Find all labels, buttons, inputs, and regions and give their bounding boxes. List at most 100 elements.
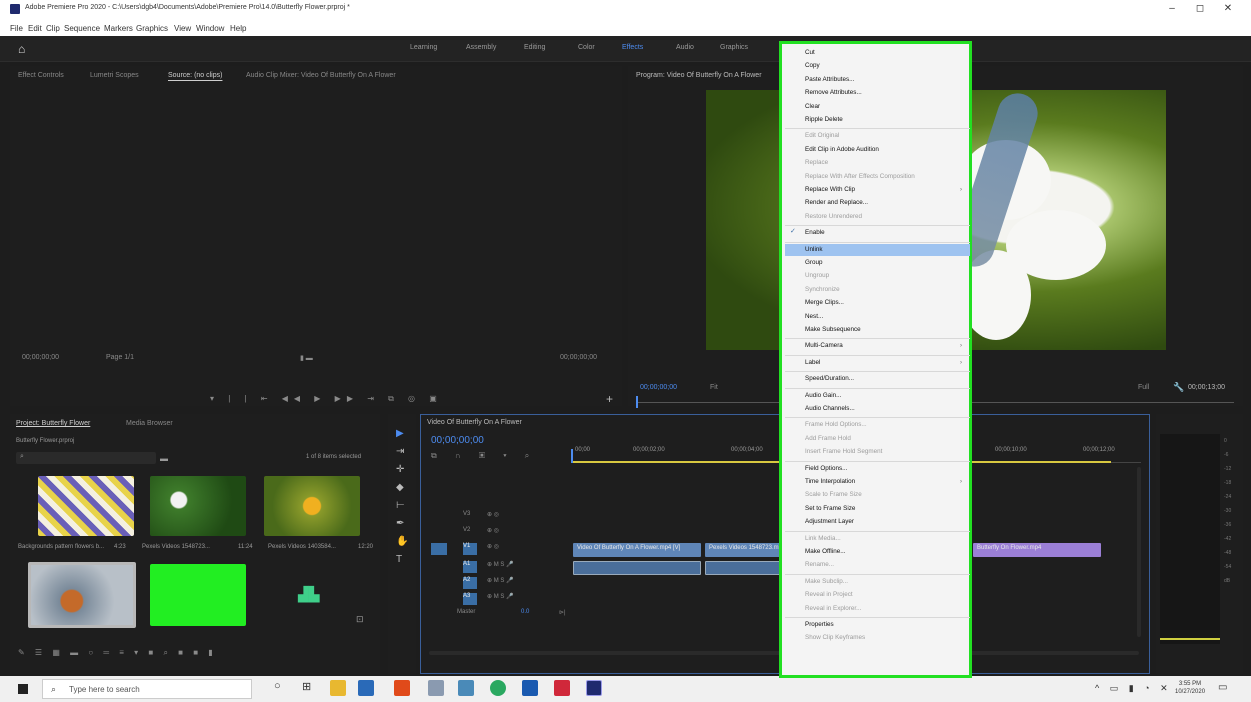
context-menu-item[interactable]: Multi-Camera › — [802, 340, 968, 352]
menu-file[interactable]: File — [10, 24, 23, 33]
slip-tool-icon[interactable]: ⊢ — [396, 500, 405, 511]
timeline-toolbar[interactable]: ⧉ ∩ ▣ ▾ ⌕ — [431, 451, 537, 461]
project-item-thumbnail[interactable] — [150, 476, 246, 536]
timeline-timecode[interactable]: 00;00;00;00 — [431, 435, 484, 446]
windows-start-icon[interactable] — [18, 684, 28, 694]
context-menu-item[interactable]: Properties — [802, 619, 968, 631]
close-button[interactable]: ✕ — [1218, 3, 1238, 14]
context-menu-item[interactable]: Replace With Clip › — [802, 184, 968, 196]
menu-view[interactable]: View — [174, 24, 191, 33]
office-icon[interactable] — [394, 680, 410, 696]
media-browser-tab[interactable]: Media Browser — [126, 420, 173, 427]
timeline-vertical-scrollbar[interactable] — [1137, 467, 1141, 637]
context-menu-item[interactable]: Remove Attributes... — [802, 87, 968, 99]
project-item-thumbnail[interactable]: ▟▙ — [264, 564, 360, 626]
project-item-thumbnail[interactable] — [264, 476, 360, 536]
program-timecode[interactable]: 00;00;00;00 — [640, 384, 677, 391]
system-tray-icons[interactable]: ^ ▭ ▮ ◔ ✕ — [1095, 683, 1172, 694]
track-header-a2[interactable]: A2 ⊕ M S 🎤 — [431, 577, 571, 591]
project-item-thumbnail[interactable] — [150, 564, 246, 626]
ripple-edit-tool-icon[interactable]: ✛ — [396, 464, 404, 475]
type-tool-icon[interactable]: T — [396, 554, 402, 565]
project-item-thumbnail[interactable] — [38, 476, 134, 536]
track-header-a3[interactable]: A3 ⊕ M S 🎤 — [431, 593, 571, 607]
menu-clip[interactable]: Clip — [46, 24, 60, 33]
context-menu-item[interactable]: Edit Clip in Adobe Audition — [802, 144, 968, 156]
context-menu-item[interactable]: Paste Attributes... — [802, 74, 968, 86]
task-view-icon[interactable]: ⊞ — [302, 680, 318, 696]
context-menu-item[interactable]: Field Options... — [802, 463, 968, 475]
context-menu-item[interactable]: Speed/Duration... — [802, 373, 968, 385]
program-fit-select[interactable]: Fit — [710, 384, 718, 391]
source-marker-icon[interactable]: ▮ ▬ — [300, 354, 313, 362]
source-fit-select[interactable]: Page 1/1 — [106, 354, 134, 361]
source-add-button-icon[interactable]: + — [606, 392, 613, 406]
taskbar-clock[interactable]: 3:55 PM 10/27/2020 — [1175, 680, 1205, 696]
context-menu-item[interactable]: Adjustment Layer — [802, 516, 968, 528]
store-icon[interactable] — [358, 680, 374, 696]
tab-audio-clip-mixer[interactable]: Audio Clip Mixer: Video Of Butterfly On … — [246, 72, 396, 79]
file-explorer-icon[interactable] — [330, 680, 346, 696]
workspace-effects[interactable]: Effects — [622, 44, 643, 51]
workspace-assembly[interactable]: Assembly — [466, 44, 496, 51]
timeline-clip-a1[interactable] — [573, 561, 701, 575]
track-select-tool-icon[interactable]: ⇥ — [396, 446, 404, 457]
bin-expand-icon[interactable]: ⊡ — [356, 614, 364, 625]
context-menu-item[interactable]: Enable — [802, 227, 968, 239]
selection-tool-icon[interactable]: ▶ — [396, 428, 404, 439]
program-monitor-title[interactable]: Program: Video Of Butterfly On A Flower — [636, 72, 762, 79]
timeline-playhead[interactable] — [571, 449, 573, 463]
track-header-v1[interactable]: V1 ⊕ ◎ — [431, 543, 571, 557]
context-menu-item[interactable]: Merge Clips... — [802, 297, 968, 309]
razor-tool-icon[interactable]: ◆ — [396, 482, 404, 493]
track-header-master[interactable]: Master 0.0 ⊳| — [431, 609, 571, 623]
context-menu-item[interactable]: Set to Frame Size — [802, 503, 968, 515]
context-menu-item[interactable]: Clear — [802, 101, 968, 113]
maximize-button[interactable]: ◻ — [1190, 3, 1210, 14]
menu-edit[interactable]: Edit — [28, 24, 42, 33]
source-transport-controls[interactable]: ▾ | | ⇤ ◀◀ ▶ ▶▶ ⇥ ⧉ ◎ ▣ — [210, 394, 443, 404]
project-item-thumbnail-selected[interactable] — [28, 562, 136, 628]
context-menu-item[interactable]: Make Subsequence — [802, 324, 968, 336]
notifications-icon[interactable]: ▭ — [1218, 682, 1227, 693]
workspace-editing[interactable]: Editing — [524, 44, 545, 51]
chrome-icon[interactable] — [490, 680, 506, 696]
tab-effect-controls[interactable]: Effect Controls — [18, 72, 64, 79]
app-icon[interactable] — [554, 680, 570, 696]
hand-tool-icon[interactable]: ✋ — [396, 536, 408, 547]
workspace-color[interactable]: Color — [578, 44, 595, 51]
context-menu-item[interactable]: Time Interpolation › — [802, 476, 968, 488]
track-header-v2[interactable]: V2 ⊕ ◎ — [431, 527, 571, 541]
cortana-icon[interactable]: ○ — [274, 680, 290, 696]
home-icon[interactable]: ⌂ — [18, 42, 25, 56]
context-menu-item[interactable]: Audio Channels... — [802, 403, 968, 415]
menu-markers[interactable]: Markers — [104, 24, 133, 33]
menu-sequence[interactable]: Sequence — [64, 24, 100, 33]
minimize-button[interactable]: – — [1162, 3, 1182, 14]
premiere-taskbar-icon[interactable] — [586, 680, 602, 696]
workspace-learning[interactable]: Learning — [410, 44, 437, 51]
timeline-clip-a1[interactable] — [705, 561, 785, 575]
timeline-clip-v1[interactable]: Pexels Videos 1548723.mp4 — [705, 543, 785, 557]
timeline-clip-v1[interactable]: Butterfly On Flower.mp4 — [973, 543, 1101, 557]
context-menu-item[interactable]: Render and Replace... — [802, 197, 968, 209]
program-zoom-select[interactable]: Full — [1138, 384, 1149, 391]
wrench-icon[interactable]: 🔧 — [1173, 382, 1184, 393]
context-menu-item[interactable]: Cut — [802, 47, 968, 59]
new-bin-icon[interactable]: ▬ — [160, 454, 168, 463]
track-header-v3[interactable]: V3 ⊕ ◎ — [431, 511, 571, 525]
tab-lumetri-scopes[interactable]: Lumetri Scopes — [90, 72, 139, 79]
project-search-input[interactable]: ⌕ — [16, 452, 156, 464]
taskbar-search-box[interactable]: ⌕ Type here to search — [42, 679, 252, 699]
project-tab[interactable]: Project: Butterfly Flower — [16, 420, 90, 427]
app-icon[interactable] — [428, 680, 444, 696]
app-icon[interactable] — [458, 680, 474, 696]
source-timecode-in[interactable]: 00;00;00;00 — [22, 354, 59, 361]
context-menu-item[interactable]: Ripple Delete — [802, 114, 968, 126]
tab-source[interactable]: Source: (no clips) — [168, 72, 222, 79]
context-menu-item[interactable]: Make Offline... — [802, 546, 968, 558]
context-menu-item[interactable]: Unlink — [785, 243, 970, 256]
workspace-audio[interactable]: Audio — [676, 44, 694, 51]
track-header-a1[interactable]: A1 ⊕ M S 🎤 — [431, 561, 571, 575]
word-icon[interactable] — [522, 680, 538, 696]
